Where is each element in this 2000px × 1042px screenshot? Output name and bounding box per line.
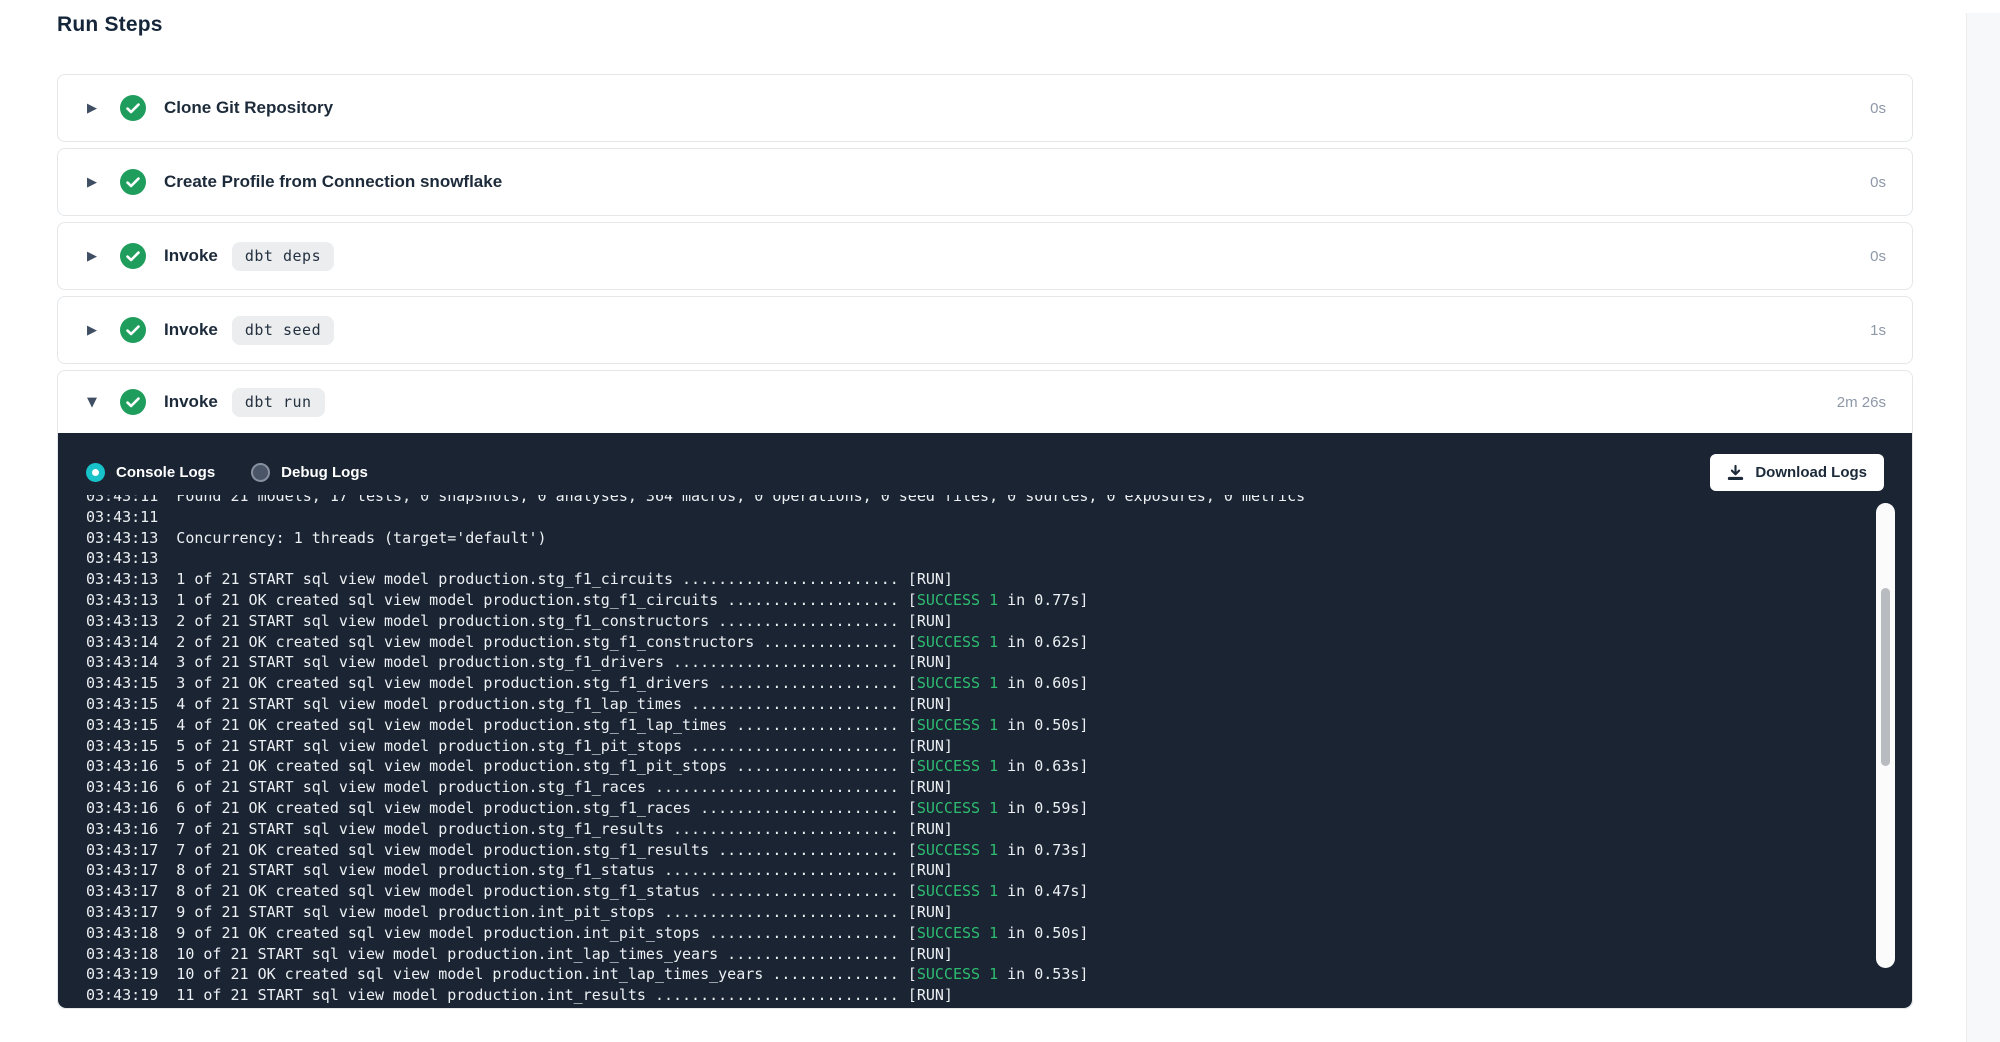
scrollbar-track[interactable] [1876,503,1895,968]
step-title: Invoke [164,246,218,266]
log-line: 03:43:15 4 of 21 START sql view model pr… [86,694,1876,715]
success-check-icon [120,389,146,415]
console-log-output[interactable]: 03:43:11 Found 21 models, 17 tests, 0 sn… [86,495,1876,1008]
chevron-down-icon: ▼ [84,395,100,410]
log-line: 03:43:16 6 of 21 START sql view model pr… [86,777,1876,798]
log-panel: Console Logs Debug Logs Download Logs [58,433,1912,1008]
run-step-row[interactable]: ▶ Invoke dbt deps 0s [58,223,1912,289]
run-step-card: ▶ Clone Git Repository 0s [57,74,1913,142]
step-duration: 0s [1870,100,1886,117]
chevron-right-icon: ▶ [84,175,100,190]
log-line: 03:43:16 6 of 21 OK created sql view mod… [86,798,1876,819]
log-line: 03:43:11 Found 21 models, 17 tests, 0 sn… [86,495,1876,507]
log-line: 03:43:13 Concurrency: 1 threads (target=… [86,528,1876,549]
download-logs-label: Download Logs [1755,464,1867,481]
chevron-right-icon: ▶ [84,101,100,116]
run-step-row[interactable]: ▶ Create Profile from Connection snowfla… [58,149,1912,215]
log-line: 03:43:15 3 of 21 OK created sql view mod… [86,673,1876,694]
step-command-badge: dbt seed [232,316,334,345]
run-step-card-expanded: ▼ Invoke dbt run 2m 26s Console Logs Deb… [57,370,1913,1009]
run-steps-list: ▶ Clone Git Repository 0s ▶ Create Profi… [57,74,1913,1009]
step-command-badge: dbt run [232,388,325,417]
log-line: 03:43:18 10 of 21 START sql view model p… [86,944,1876,965]
success-check-icon [120,169,146,195]
log-line: 03:43:13 [86,548,1876,569]
step-title: Clone Git Repository [164,98,333,118]
download-icon [1727,464,1744,481]
log-line: 03:43:14 3 of 21 START sql view model pr… [86,652,1876,673]
log-line: 03:43:18 9 of 21 OK created sql view mod… [86,923,1876,944]
log-line: 03:43:19 10 of 21 OK created sql view mo… [86,964,1876,985]
radio-unselected-icon [251,463,270,482]
log-line: 03:43:17 7 of 21 OK created sql view mod… [86,840,1876,861]
debug-logs-label: Debug Logs [281,464,368,481]
log-line: 03:43:13 1 of 21 START sql view model pr… [86,569,1876,590]
debug-logs-radio[interactable]: Debug Logs [251,463,368,482]
console-logs-label: Console Logs [116,464,215,481]
step-duration: 2m 26s [1837,394,1886,411]
console-logs-radio[interactable]: Console Logs [86,463,215,482]
step-duration: 1s [1870,322,1886,339]
log-line: 03:43:17 8 of 21 START sql view model pr… [86,860,1876,881]
success-check-icon [120,317,146,343]
success-check-icon [120,95,146,121]
run-step-row[interactable]: ▶ Invoke dbt seed 1s [58,297,1912,363]
log-line: 03:43:17 8 of 21 OK created sql view mod… [86,881,1876,902]
log-panel-toolbar: Console Logs Debug Logs Download Logs [58,433,1912,495]
page-title: Run Steps [57,13,2000,37]
log-line: 03:43:13 2 of 21 START sql view model pr… [86,611,1876,632]
download-logs-button[interactable]: Download Logs [1710,454,1884,491]
step-duration: 0s [1870,248,1886,265]
log-line: 03:43:19 11 of 21 START sql view model p… [86,985,1876,1006]
radio-selected-icon [86,463,105,482]
run-step-card: ▶ Invoke dbt deps 0s [57,222,1913,290]
chevron-right-icon: ▶ [84,323,100,338]
chevron-right-icon: ▶ [84,249,100,264]
log-line: 03:43:15 4 of 21 OK created sql view mod… [86,715,1876,736]
log-line: 03:43:14 2 of 21 OK created sql view mod… [86,632,1876,653]
run-step-card: ▶ Create Profile from Connection snowfla… [57,148,1913,216]
scrollbar-thumb[interactable] [1881,588,1890,766]
step-duration: 0s [1870,174,1886,191]
run-step-card: ▶ Invoke dbt seed 1s [57,296,1913,364]
log-line: 03:43:15 5 of 21 START sql view model pr… [86,736,1876,757]
step-title: Invoke [164,392,218,412]
log-line: 03:43:13 1 of 21 OK created sql view mod… [86,590,1876,611]
right-gutter [1966,13,2000,1042]
log-line: 03:43:16 5 of 21 OK created sql view mod… [86,756,1876,777]
console-log-output-inner: 03:43:11 Found 21 models, 17 tests, 0 sn… [86,495,1876,1006]
log-line: 03:43:16 7 of 21 START sql view model pr… [86,819,1876,840]
log-line: 03:43:11 [86,507,1876,528]
success-check-icon [120,243,146,269]
log-line: 03:43:17 9 of 21 START sql view model pr… [86,902,1876,923]
step-title: Create Profile from Connection snowflake [164,172,502,192]
run-step-row[interactable]: ▶ Clone Git Repository 0s [58,75,1912,141]
step-command-badge: dbt deps [232,242,334,271]
run-step-row[interactable]: ▼ Invoke dbt run 2m 26s [58,371,1912,433]
step-title: Invoke [164,320,218,340]
